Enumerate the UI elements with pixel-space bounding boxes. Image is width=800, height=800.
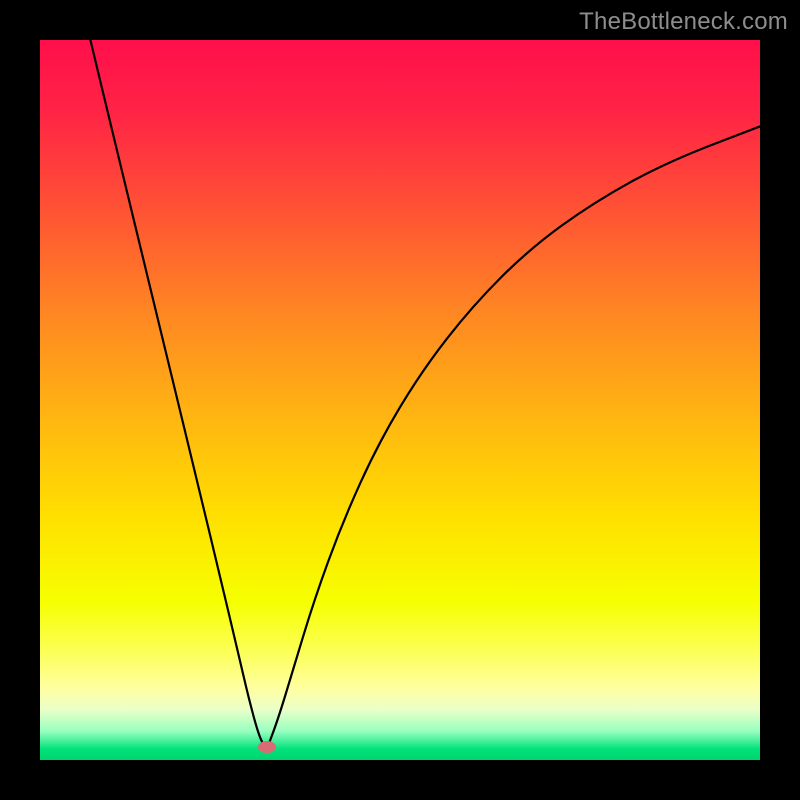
optimal-marker xyxy=(258,741,276,753)
chart-frame: TheBottleneck.com xyxy=(0,0,800,800)
plot-area xyxy=(40,40,760,760)
bottleneck-curve xyxy=(40,40,760,760)
watermark-text: TheBottleneck.com xyxy=(579,8,788,36)
